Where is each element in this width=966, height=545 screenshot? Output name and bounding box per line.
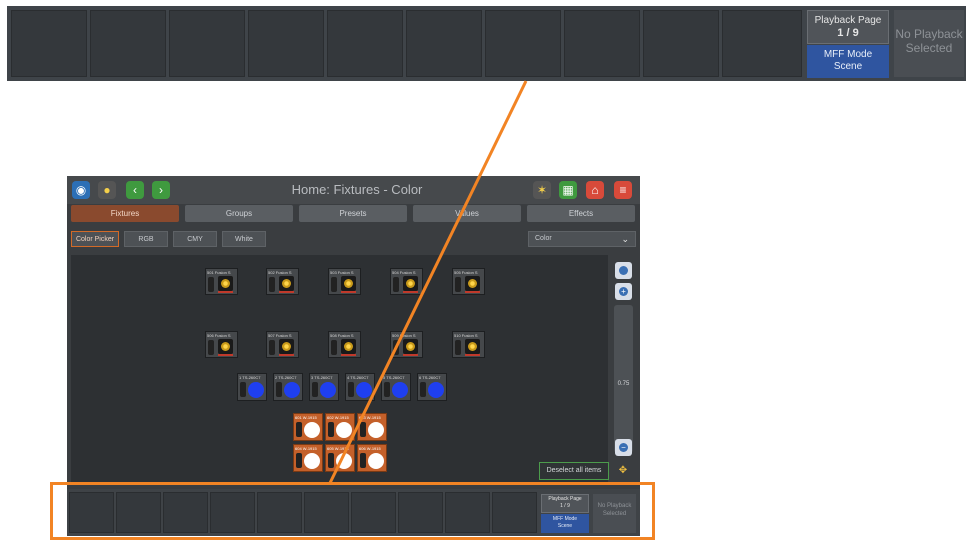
callout-line: [328, 80, 528, 484]
callout-connector: [328, 80, 528, 484]
